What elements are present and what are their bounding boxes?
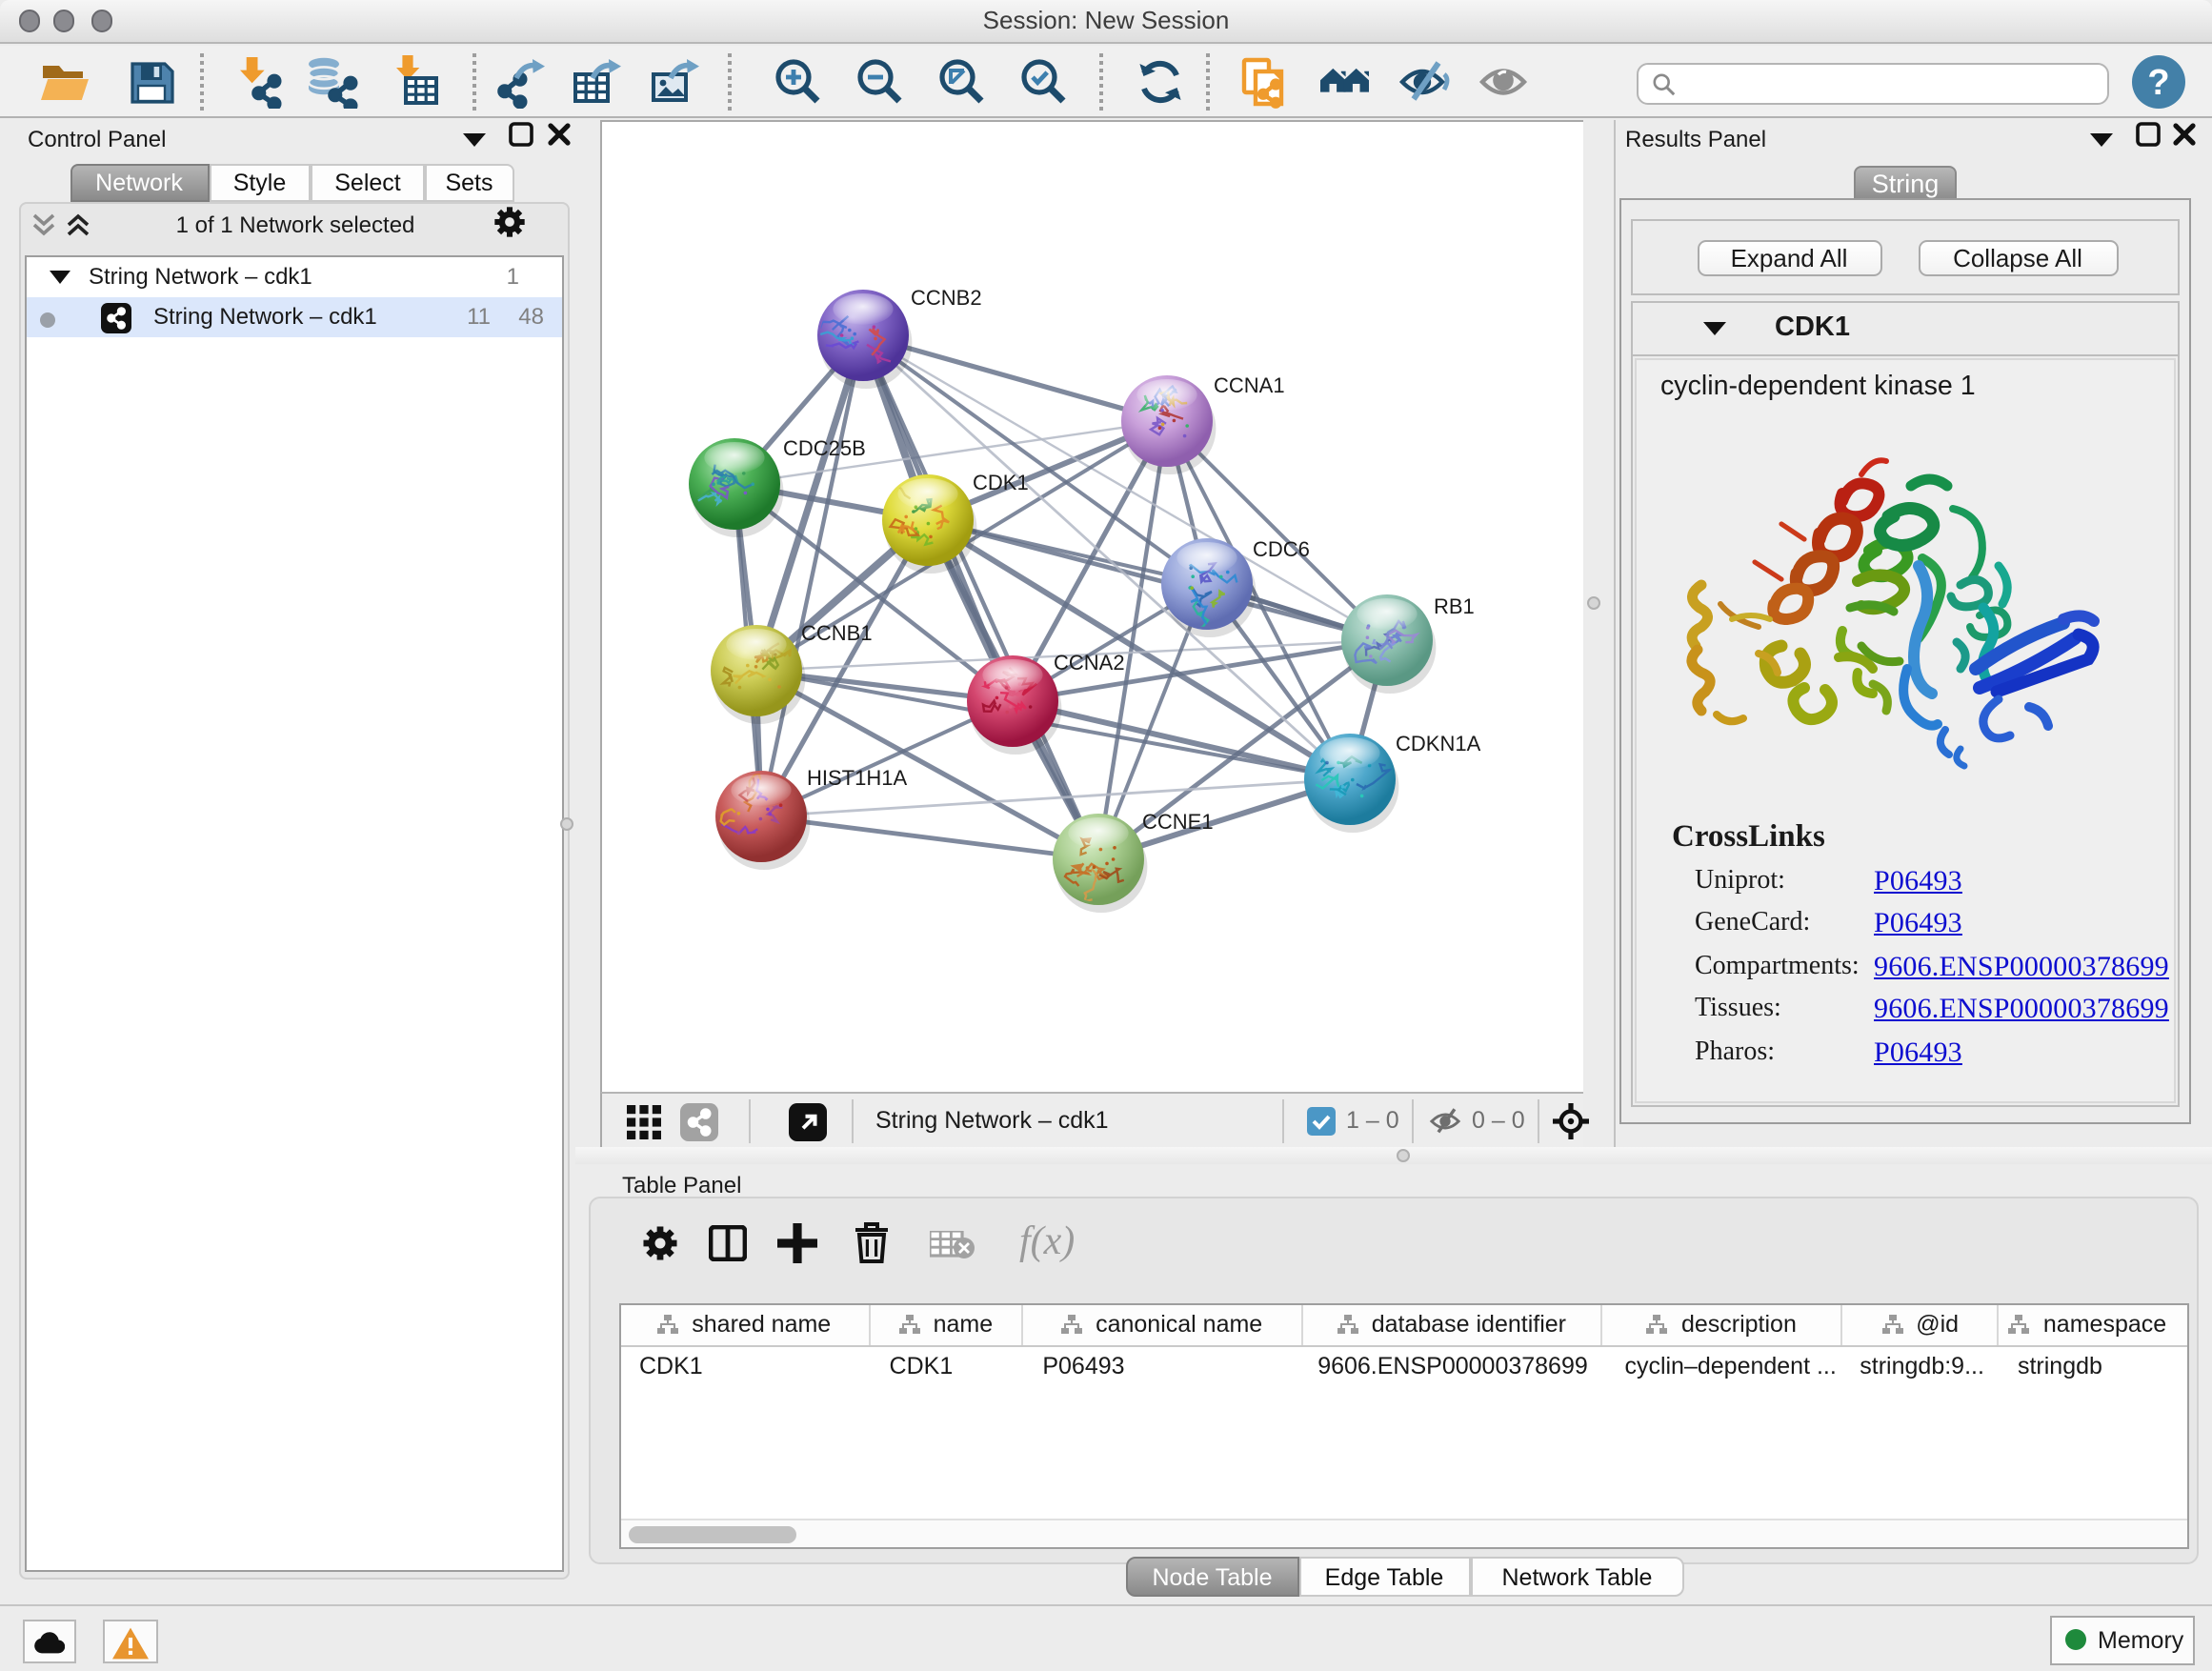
svg-text:?: ? <box>2147 63 2169 103</box>
svg-text:CDC6: CDC6 <box>1252 536 1309 560</box>
svg-text:CDKN1A: CDKN1A <box>1395 731 1480 755</box>
svg-text:CCNA1: CCNA1 <box>1213 372 1284 396</box>
svg-text:CCNB1: CCNB1 <box>800 620 872 644</box>
svg-text:CDC25B: CDC25B <box>782 435 865 459</box>
svg-text:CDK1: CDK1 <box>972 470 1028 493</box>
svg-text:CCNE1: CCNE1 <box>1141 809 1213 833</box>
svg-text:CCNA2: CCNA2 <box>1053 650 1124 674</box>
svg-text:HIST1H1A: HIST1H1A <box>806 765 906 789</box>
svg-text:CCNB2: CCNB2 <box>910 285 981 309</box>
svg-text:RB1: RB1 <box>1433 594 1474 617</box>
